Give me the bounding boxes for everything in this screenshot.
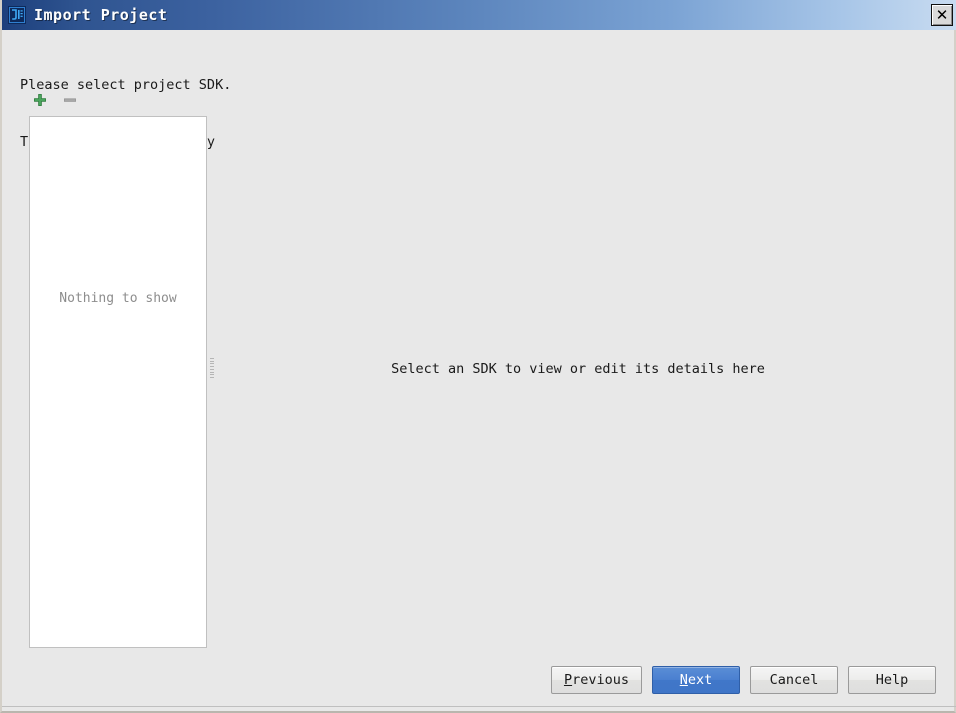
sdk-detail-placeholder: Select an SDK to view or edit its detail…	[391, 361, 765, 377]
intellij-logo-icon	[8, 6, 26, 24]
next-button[interactable]: Next	[652, 666, 740, 694]
close-glyph: ✕	[935, 5, 949, 24]
minus-icon	[64, 98, 76, 102]
import-project-dialog: Import Project ✕ Please select project S…	[0, 0, 956, 713]
cancel-button[interactable]: Cancel	[750, 666, 838, 694]
help-button[interactable]: Help	[848, 666, 936, 694]
next-button-label: ext	[687, 672, 713, 688]
panel-splitter[interactable]	[207, 116, 217, 648]
sdk-detail-panel: Select an SDK to view or edit its detail…	[217, 116, 939, 648]
dialog-button-bar: Previous Next Cancel Help	[550, 666, 936, 694]
window-title: Import Project	[34, 6, 168, 24]
plus-icon	[34, 94, 46, 106]
help-button-label: Help	[875, 672, 909, 688]
sdk-list-empty-label: Nothing to show	[59, 291, 177, 306]
sdk-list-toolbar	[30, 89, 80, 111]
remove-sdk-button[interactable]	[60, 90, 80, 110]
titlebar[interactable]: Import Project ✕	[2, 0, 956, 30]
next-button-mnemonic: N	[679, 672, 688, 688]
previous-button-label: revious	[572, 672, 629, 688]
previous-button-mnemonic: P	[563, 672, 573, 688]
previous-button[interactable]: Previous	[550, 666, 642, 694]
bottom-divider	[2, 706, 956, 707]
close-icon[interactable]: ✕	[931, 4, 953, 26]
splitter-grip-icon	[209, 357, 215, 379]
add-sdk-button[interactable]	[30, 90, 50, 110]
sdk-list-panel[interactable]: Nothing to show	[29, 116, 207, 648]
cancel-button-label: Cancel	[769, 672, 819, 688]
description-line-1: Please select project SDK.	[20, 77, 232, 93]
